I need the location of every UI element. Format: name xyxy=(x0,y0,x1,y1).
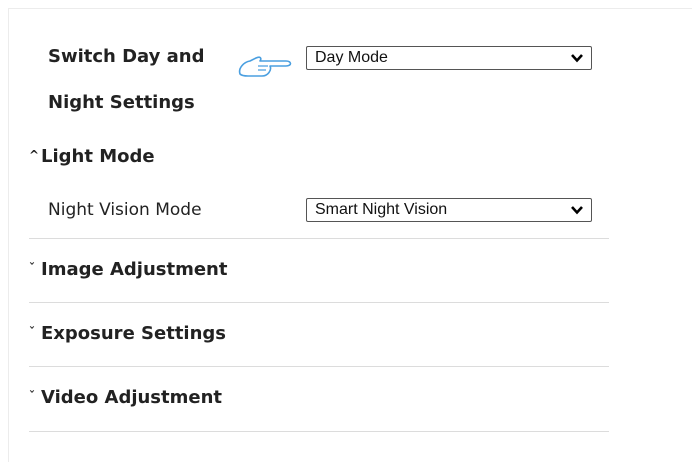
caret-down-icon: ˇ xyxy=(29,389,35,403)
night-vision-mode-select-value: Smart Night Vision xyxy=(315,201,448,218)
day-night-mode-select[interactable]: Day Mode xyxy=(306,46,592,70)
section-image-adjustment-header[interactable]: ˇ Image Adjustment xyxy=(29,259,227,280)
caret-up-icon: ^ xyxy=(29,148,40,162)
divider xyxy=(29,366,609,367)
caret-down-icon: ˇ xyxy=(29,325,35,339)
switch-day-night-label-line1: Switch Day and xyxy=(48,46,205,67)
divider xyxy=(29,238,609,239)
switch-day-night-label-line2: Night Settings xyxy=(48,92,195,113)
section-exposure-settings-title: Exposure Settings xyxy=(41,323,227,344)
caret-down-icon: ˇ xyxy=(29,261,35,275)
section-video-adjustment-header[interactable]: ˇ Video Adjustment xyxy=(29,387,222,408)
divider xyxy=(29,431,609,432)
section-video-adjustment-title: Video Adjustment xyxy=(41,387,223,408)
day-night-mode-select-value: Day Mode xyxy=(315,49,388,66)
divider xyxy=(29,302,609,303)
section-exposure-settings-header[interactable]: ˇ Exposure Settings xyxy=(29,323,226,344)
night-vision-mode-select[interactable]: Smart Night Vision xyxy=(306,198,592,222)
chevron-down-icon xyxy=(571,54,583,63)
night-vision-mode-label: Night Vision Mode xyxy=(48,200,202,220)
section-light-mode-title: Light Mode xyxy=(41,146,155,167)
section-light-mode-header[interactable]: ^ Light Mode xyxy=(29,146,155,167)
chevron-down-icon xyxy=(571,206,583,215)
section-image-adjustment-title: Image Adjustment xyxy=(41,259,228,280)
hand-pointer-icon xyxy=(238,56,292,77)
